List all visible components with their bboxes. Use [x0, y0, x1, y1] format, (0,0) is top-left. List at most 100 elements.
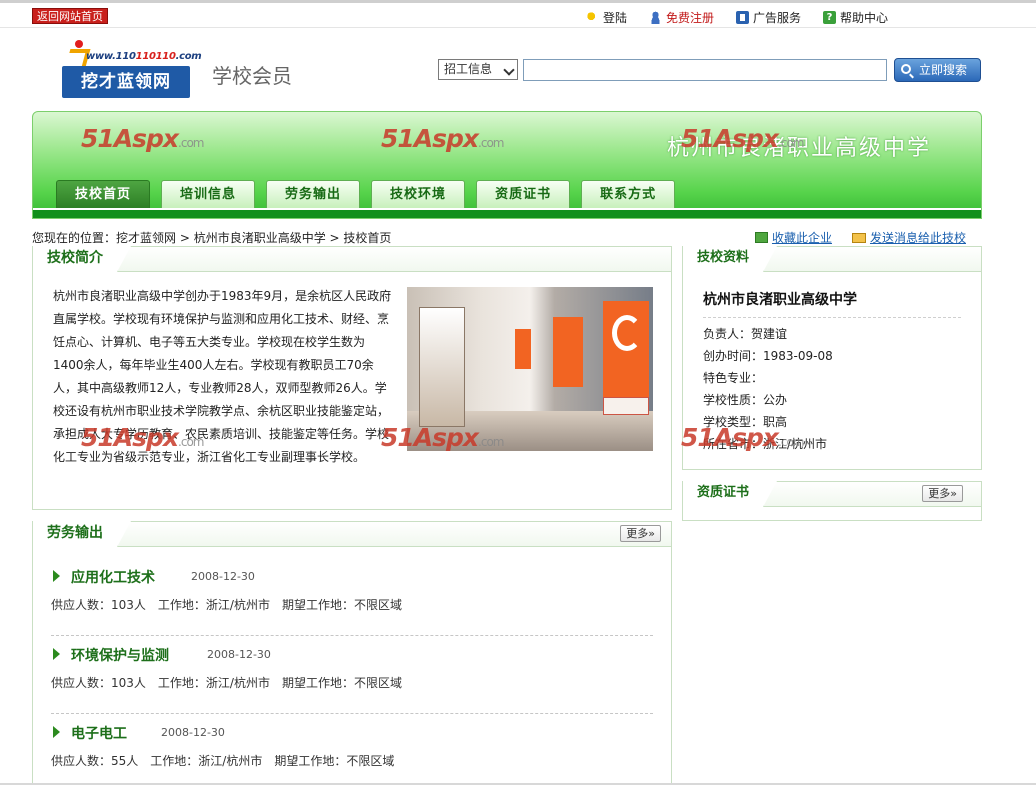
- certificates-panel: 资质证书 更多»: [682, 481, 982, 521]
- tab-certificates[interactable]: 资质证书: [476, 180, 571, 208]
- job-meta: 供应人数：103人 工作地：浙江/杭州市 期望工作地：不限区域: [51, 674, 414, 691]
- job-title[interactable]: 环境保护与监测: [71, 645, 169, 665]
- search-button-label: 立即搜索: [919, 63, 968, 77]
- photo-board: [603, 397, 649, 415]
- photo-corridor: [419, 307, 465, 427]
- top-bar: 返回网站首页 登陆 免费注册 广告服务 ? 帮助中心: [0, 0, 1036, 28]
- job-date: 2008-12-30: [191, 570, 255, 583]
- job-location: 工作地：浙江/杭州市: [157, 676, 270, 690]
- watermark-text: 51Aspx: [381, 124, 479, 153]
- arrow-right-icon: [53, 570, 60, 582]
- tab-training[interactable]: 培训信息: [161, 180, 256, 208]
- school-info-title: 技校资料: [683, 246, 778, 272]
- intro-panel: 技校简介 杭州市良渚职业高级中学创办于1983年9月，是余杭区人民政府直属学校。…: [32, 246, 672, 510]
- site-logo[interactable]: www.110110110.com 挖才蓝领网: [60, 38, 202, 100]
- logo-url-c: .com: [175, 51, 202, 62]
- job-title[interactable]: 应用化工技术: [71, 567, 155, 587]
- favorite-icon: [754, 232, 768, 243]
- help-center-link[interactable]: ? 帮助中心: [822, 9, 888, 26]
- labor-panel-title: 劳务输出: [33, 521, 131, 547]
- logo-url-a: www.110: [86, 51, 136, 62]
- register-link[interactable]: 免费注册: [648, 9, 714, 26]
- job-expected-location: 期望工作地：不限区域: [281, 598, 402, 612]
- school-photo: [407, 287, 653, 451]
- school-nav: 技校首页 培训信息 劳务输出 技校环境 资质证书 联系方式: [56, 180, 676, 208]
- job-location: 工作地：浙江/杭州市: [150, 754, 263, 768]
- breadcrumb-sep: >: [176, 231, 194, 245]
- breadcrumb-site-link[interactable]: 挖才蓝领网: [116, 231, 176, 245]
- top-links: 登陆 免费注册 广告服务 ? 帮助中心: [585, 9, 888, 26]
- list-item[interactable]: 应用化工技术 2008-12-30 供应人数：103人 工作地：浙江/杭州市 期望工…: [51, 558, 653, 636]
- job-date: 2008-12-30: [161, 726, 225, 739]
- job-title[interactable]: 电子电工: [71, 723, 127, 743]
- banner-stripe: [33, 208, 981, 218]
- tab-labor[interactable]: 劳务输出: [266, 180, 361, 208]
- labor-panel-header: 劳务输出 更多»: [33, 521, 671, 547]
- help-center-label: 帮助中心: [839, 11, 888, 25]
- breadcrumb-school-link[interactable]: 杭州市良渚职业高级中学: [194, 231, 326, 245]
- photo-sign: [515, 329, 531, 369]
- section-title: 学校会员: [212, 64, 292, 88]
- tab-environment[interactable]: 技校环境: [371, 180, 466, 208]
- key-icon: [585, 11, 599, 24]
- list-item[interactable]: 环境保护与监测 2008-12-30 供应人数：103人 工作地：浙江/杭州市 期望…: [51, 636, 653, 714]
- breadcrumb-sep: >: [325, 231, 344, 245]
- job-supply: 供应人数：55人: [51, 754, 139, 768]
- photo-sign: [553, 317, 583, 387]
- job-supply: 供应人数：103人: [51, 598, 146, 612]
- photo-sign: [603, 301, 649, 399]
- job-meta: 供应人数：55人 工作地：浙江/杭州市 期望工作地：不限区域: [51, 752, 406, 769]
- ad-icon: [735, 11, 749, 24]
- search-button[interactable]: 立即搜索: [894, 58, 981, 82]
- job-supply: 供应人数：103人: [51, 676, 146, 690]
- favorite-link[interactable]: 收藏此企业: [754, 229, 832, 246]
- job-meta: 供应人数：103人 工作地：浙江/杭州市 期望工作地：不限区域: [51, 596, 414, 613]
- breadcrumb-actions: 收藏此企业 发送消息给此技校: [754, 229, 966, 246]
- labor-panel: 劳务输出 更多» 应用化工技术 2008-12-30 供应人数：103人 工作地：…: [32, 521, 672, 785]
- search-icon: [901, 64, 911, 74]
- logo-url: www.110110110.com: [86, 51, 202, 62]
- job-date: 2008-12-30: [207, 648, 271, 661]
- banner-school-title: 杭州市良渚职业高级中学: [666, 136, 931, 161]
- job-expected-location: 期望工作地：不限区域: [281, 676, 402, 690]
- school-banner: 51Aspx.com 51Aspx.com 杭州市良渚职业高级中学 51Aspx…: [32, 111, 982, 219]
- watermark-logo: 51Aspx.com: [81, 124, 205, 153]
- favorite-label: 收藏此企业: [771, 231, 832, 245]
- logo-url-b: 110110: [135, 51, 176, 62]
- job-location: 工作地：浙江/杭州市: [157, 598, 270, 612]
- logo-figure-icon: [66, 40, 88, 66]
- back-home-link[interactable]: 返回网站首页: [32, 8, 108, 24]
- info-location: 所在省市：浙江/杭州市: [703, 437, 828, 451]
- ad-service-link[interactable]: 广告服务: [735, 9, 801, 26]
- send-message-label: 发送消息给此技校: [869, 231, 966, 245]
- info-founded: 创办时间：1983-09-08: [703, 349, 833, 363]
- arrow-right-icon: [53, 726, 60, 738]
- send-message-link[interactable]: 发送消息给此技校: [851, 229, 966, 246]
- search-input[interactable]: [523, 59, 887, 81]
- list-item[interactable]: 电子电工 2008-12-30 供应人数：55人 工作地：浙江/杭州市 期望工作地：…: [51, 714, 653, 785]
- search-category-select[interactable]: 招工信息: [438, 59, 518, 80]
- watermark-text: 51Aspx: [81, 124, 179, 153]
- tab-home[interactable]: 技校首页: [56, 180, 151, 208]
- user-icon: [648, 11, 662, 24]
- divider: [703, 317, 961, 318]
- breadcrumb-current: 技校首页: [343, 231, 392, 245]
- info-principal: 负责人：贺建谊: [703, 327, 788, 341]
- info-type: 学校类型：职高: [703, 415, 788, 429]
- ad-service-label: 广告服务: [752, 11, 801, 25]
- register-label: 免费注册: [665, 11, 714, 25]
- certificates-title: 资质证书: [683, 481, 778, 507]
- tab-contact[interactable]: 联系方式: [581, 180, 676, 208]
- intro-text: 杭州市良渚职业高级中学创办于1983年9月，是余杭区人民政府直属学校。学校现有环…: [53, 289, 392, 464]
- school-info-panel: 技校资料 杭州市良渚职业高级中学 负责人：贺建谊 创办时间：1983-09-08…: [681, 246, 982, 470]
- help-icon: ?: [822, 11, 836, 24]
- login-link[interactable]: 登陆: [585, 9, 627, 26]
- intro-panel-header: 技校简介: [33, 246, 671, 272]
- arrow-right-icon: [53, 648, 60, 660]
- login-label: 登陆: [602, 11, 627, 25]
- breadcrumb-prefix: 您现在的位置：: [32, 231, 117, 245]
- labor-more-button[interactable]: 更多»: [620, 525, 661, 542]
- school-info-rows: 负责人：贺建谊 创办时间：1983-09-08 特色专业： 学校性质：公办 学校…: [703, 323, 833, 455]
- certificates-more-button[interactable]: 更多»: [922, 485, 963, 502]
- school-name: 杭州市良渚职业高级中学: [703, 292, 857, 308]
